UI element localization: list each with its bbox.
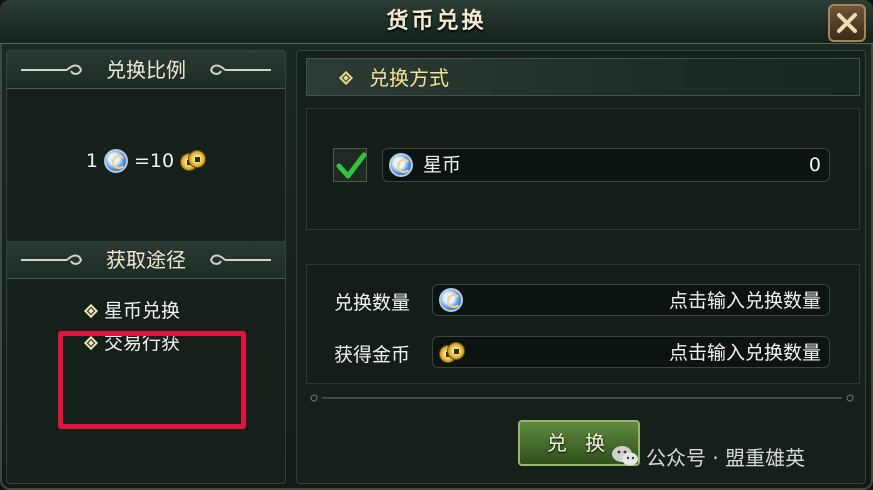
ornament-divider: [310, 394, 854, 402]
gold-input[interactable]: 点击输入兑换数量: [432, 336, 830, 368]
method-title: 兑换方式: [369, 66, 449, 90]
ratio-section-header: 兑换比例: [7, 51, 285, 89]
window-title: 货币兑换: [386, 9, 487, 34]
watermark: 公众号 · 盟重雄英: [610, 440, 805, 472]
red-highlight-box: [58, 331, 246, 429]
quantity-label: 兑换数量: [334, 292, 411, 314]
diamond-bullet-icon: [83, 303, 99, 319]
route-item-star-exchange[interactable]: 星币兑换: [83, 295, 246, 327]
currency-name: 星币: [423, 154, 462, 176]
checkmark-icon: [336, 152, 367, 179]
quantity-placeholder: 点击输入兑换数量: [668, 290, 821, 312]
star-coin-balance-field: 星币 0: [382, 148, 830, 182]
star-coin-icon: [439, 288, 463, 312]
route-label: 星币兑换: [104, 300, 181, 322]
exchange-ratio: 1 =10: [7, 146, 285, 176]
diamond-bullet-icon: [338, 70, 354, 86]
star-coin-checkbox[interactable]: [333, 148, 367, 182]
ratio-equals-text: =10: [133, 150, 175, 172]
method-header: 兑换方式: [306, 58, 860, 96]
routes-section-header: 获取途径: [7, 241, 285, 279]
ratio-left-amount: 1: [85, 150, 98, 172]
close-button[interactable]: [828, 4, 866, 42]
star-coin-icon: [389, 153, 413, 177]
watermark-text: 公众号 · 盟重雄英: [646, 445, 806, 470]
gold-coin-icon: [439, 342, 465, 364]
star-coin-balance: 0: [808, 154, 821, 176]
close-icon: [837, 13, 857, 33]
gold-placeholder: 点击输入兑换数量: [668, 342, 821, 364]
gold-coin-icon: [180, 150, 207, 172]
quantity-input[interactable]: 点击输入兑换数量: [432, 284, 830, 316]
star-coin-icon: [103, 149, 128, 173]
flourish-right-icon: [209, 254, 271, 265]
wechat-icon: [612, 446, 638, 466]
flourish-right-icon: [209, 64, 271, 75]
gold-label: 获得金币: [334, 344, 411, 366]
